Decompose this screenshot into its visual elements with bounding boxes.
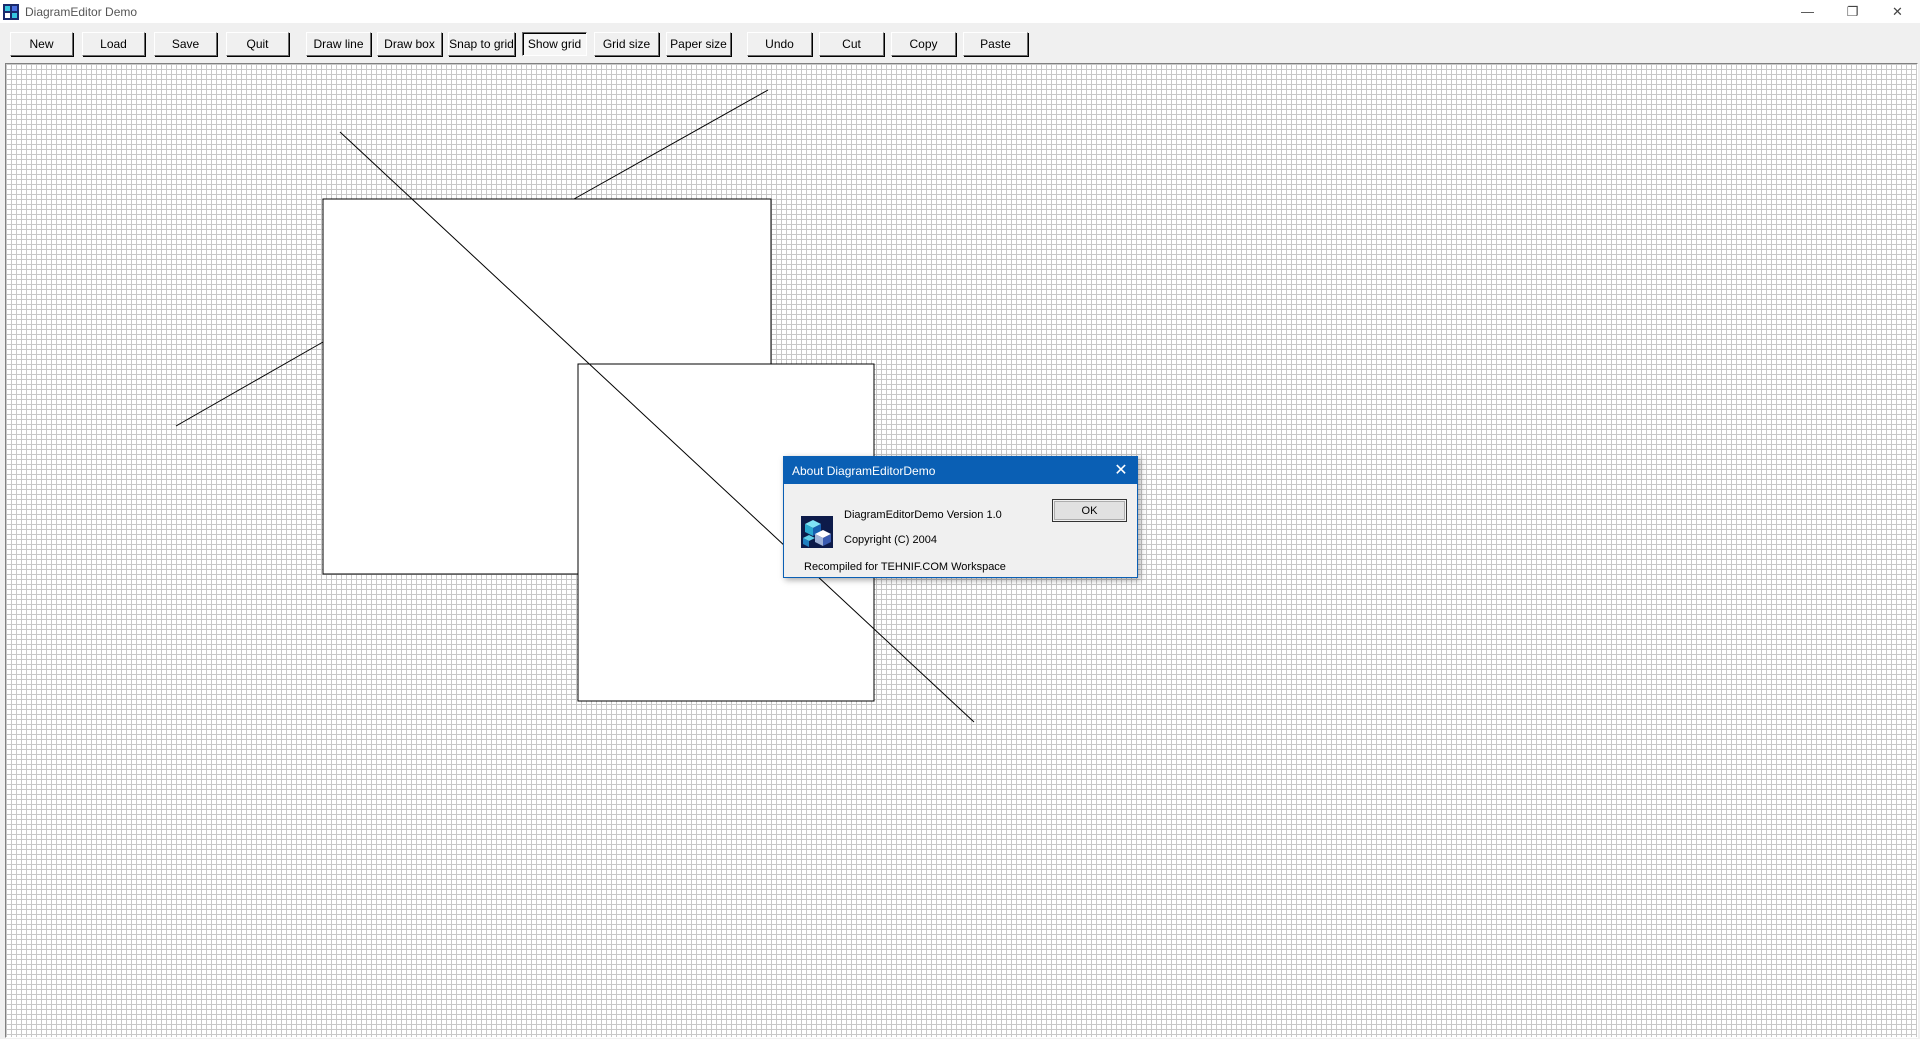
app-window: DiagramEditor Demo — ❐ ✕ New Load Save Q… (0, 0, 1920, 1039)
minimize-button[interactable]: — (1785, 0, 1830, 23)
draw-line-button[interactable]: Draw line (306, 32, 371, 56)
grid-size-button[interactable]: Grid size (594, 32, 659, 56)
app-icon (3, 3, 19, 20)
save-button[interactable]: Save (154, 32, 217, 56)
title-bar[interactable]: DiagramEditor Demo — ❐ ✕ (0, 0, 1920, 23)
cut-button[interactable]: Cut (819, 32, 884, 56)
toolbar: New Load Save Quit Draw line Draw box Sn… (0, 23, 1920, 63)
show-grid-button[interactable]: Show grid (522, 32, 587, 56)
caption-buttons: — ❐ ✕ (1785, 0, 1920, 23)
line-shape[interactable] (175, 341, 324, 427)
close-button[interactable]: ✕ (1875, 0, 1920, 23)
dialog-title: About DiagramEditorDemo (792, 463, 936, 478)
diagram-cubes-icon (801, 516, 833, 548)
dialog-copyright-text: Copyright (C) 2004 (844, 534, 937, 546)
new-button[interactable]: New (10, 32, 73, 56)
ok-button[interactable]: OK (1052, 499, 1127, 522)
restore-button[interactable]: ❐ (1830, 0, 1875, 23)
window-title: DiagramEditor Demo (25, 4, 138, 19)
snap-to-grid-button[interactable]: Snap to grid (448, 32, 515, 56)
dialog-version-text: DiagramEditorDemo Version 1.0 (844, 509, 1002, 521)
paste-button[interactable]: Paste (963, 32, 1028, 56)
paper-size-button[interactable]: Paper size (666, 32, 731, 56)
about-dialog: About DiagramEditorDemo ✕ DiagramEditorD… (783, 456, 1138, 578)
load-button[interactable]: Load (82, 32, 145, 56)
draw-box-button[interactable]: Draw box (377, 32, 442, 56)
dialog-title-bar[interactable]: About DiagramEditorDemo ✕ (784, 457, 1137, 484)
quit-button[interactable]: Quit (226, 32, 289, 56)
copy-button[interactable]: Copy (891, 32, 956, 56)
dialog-note-text: Recompiled for TEHNIF.COM Workspace (804, 561, 1006, 573)
line-shape[interactable] (573, 89, 769, 200)
dialog-close-button[interactable]: ✕ (1109, 458, 1133, 482)
undo-button[interactable]: Undo (747, 32, 812, 56)
